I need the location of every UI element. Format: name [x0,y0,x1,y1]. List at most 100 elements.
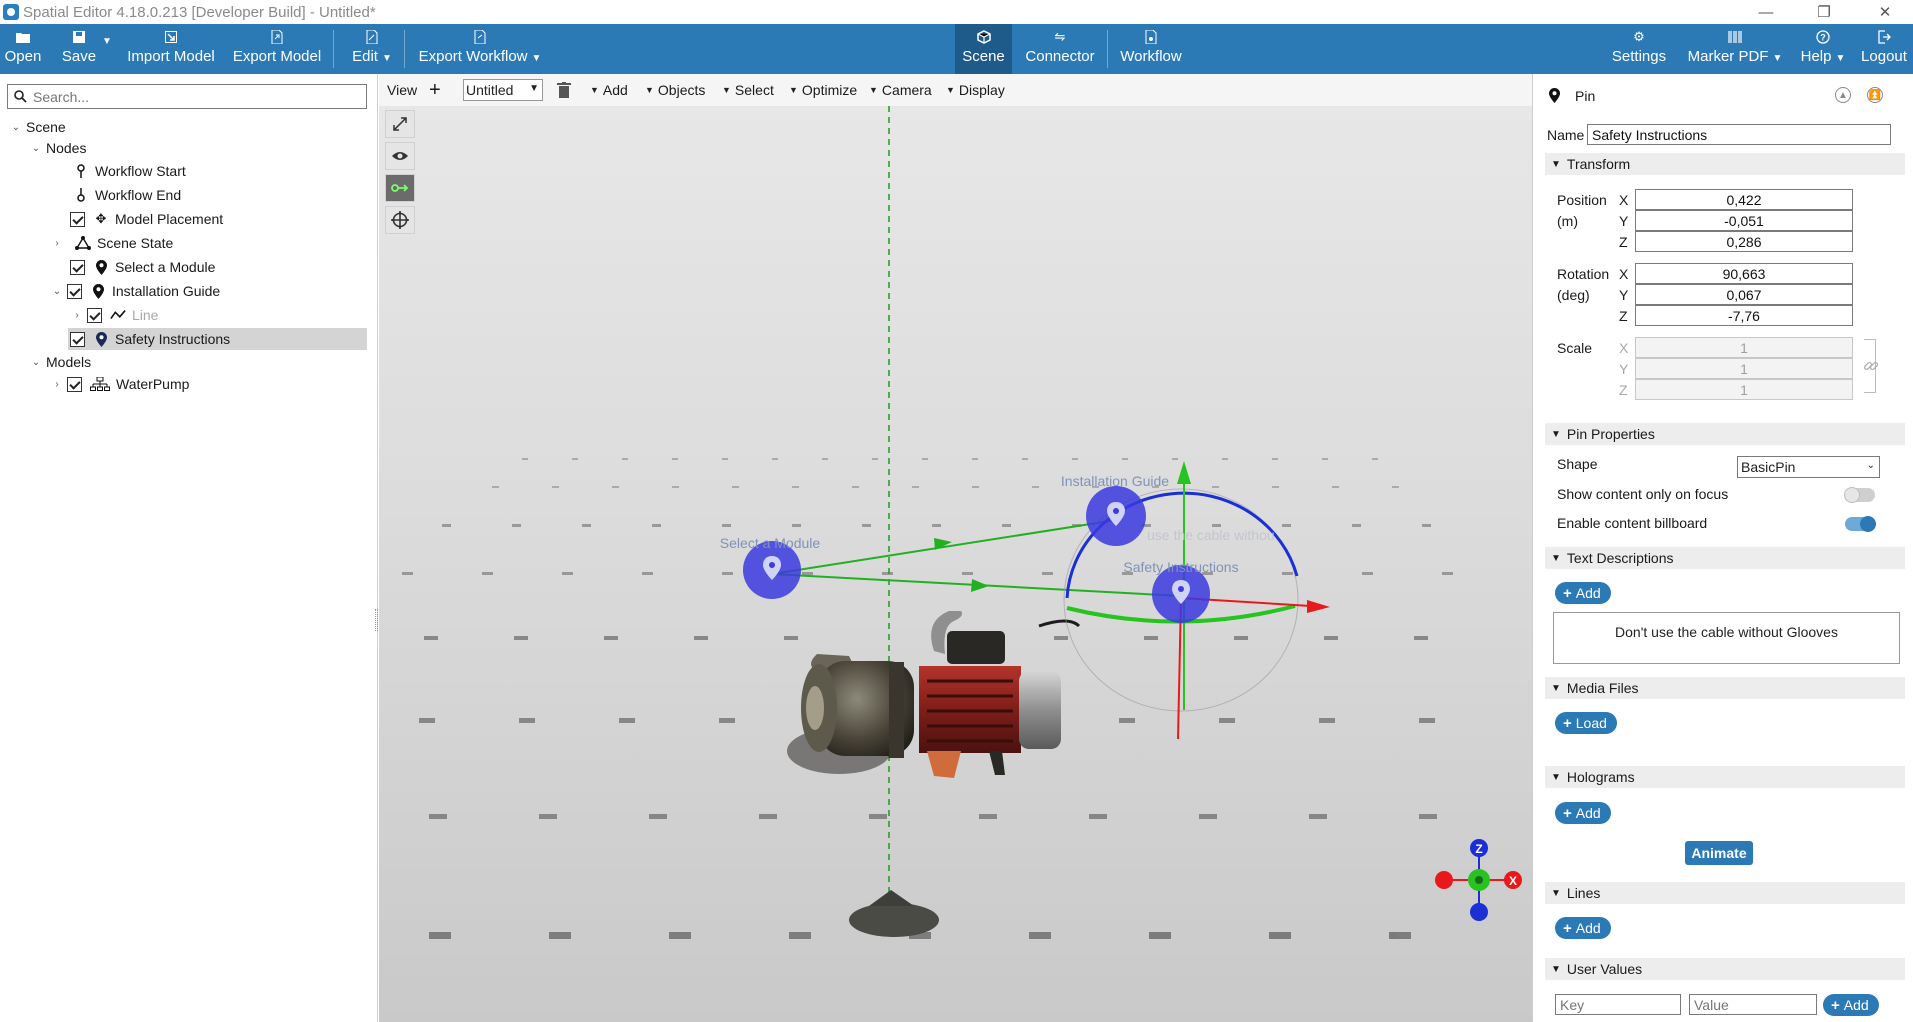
user-values-section-header[interactable]: ▼ User Values [1545,958,1905,980]
visibility-checkbox[interactable] [67,283,82,299]
open-button[interactable]: Open [4,24,42,74]
edit-menu-button[interactable]: Edit ▼ [350,24,394,74]
restore-button[interactable]: ❐ [1801,0,1847,24]
rotation-x-label: X [1619,266,1629,282]
connector-tab[interactable]: ⇋ Connector [1020,24,1100,74]
workflow-tab[interactable]: Workflow [1115,24,1187,74]
settings-button[interactable]: ⚙ Settings [1609,24,1669,74]
scale-x-input[interactable] [1635,337,1853,358]
pin-properties-section-header[interactable]: ▼ Pin Properties [1545,423,1905,445]
media-files-section-header[interactable]: ▼ Media Files [1545,677,1905,699]
name-input[interactable] [1587,124,1891,145]
move-up-icon[interactable]: ▲ [1835,87,1851,103]
add-text-description-button[interactable]: + Add [1555,582,1611,604]
tree-item-select-a-module[interactable]: Select a Module [70,256,215,278]
chevron-down-icon[interactable]: ⌄ [10,122,22,133]
tree-item-line[interactable]: › Line [71,304,158,326]
3d-viewport[interactable]: Select a Module Installation Guide use t… [379,74,1532,1022]
scale-y-input[interactable] [1635,358,1853,379]
visibility-checkbox[interactable] [70,331,85,347]
move-tool-button[interactable] [385,174,415,202]
water-pump-model[interactable] [787,611,1081,778]
pin-installation-guide[interactable] [1086,486,1146,546]
delete-view-icon[interactable] [557,74,571,106]
move-top-icon[interactable]: ⏫ [1867,87,1883,103]
display-menu[interactable]: ▼ Display [946,74,1005,106]
rotation-z-input[interactable] [1635,305,1853,326]
chevron-down-icon[interactable]: ⌄ [30,357,42,368]
tree-item-water-pump[interactable]: › WaterPump [51,373,189,395]
add-menu[interactable]: ▼ Add [590,74,628,106]
visibility-toggle-button[interactable] [385,142,415,170]
link-icon[interactable] [1863,358,1879,374]
text-descriptions-section-header[interactable]: ▼ Text Descriptions [1545,547,1905,569]
save-dropdown-button[interactable]: ▼ [100,24,114,74]
visibility-checkbox[interactable] [67,376,82,392]
transform-tool-button[interactable] [385,206,415,234]
search-input[interactable] [33,88,353,105]
chevron-down-icon[interactable]: ⌄ [30,143,42,154]
tree-item-scene-state[interactable]: › Scene State [51,232,173,254]
chevron-right-icon[interactable]: › [71,310,83,321]
chevron-down-icon: ▼ [1835,53,1846,64]
tree-item-model-placement[interactable]: ✥ Model Placement [70,208,223,230]
tree-item-scene[interactable]: ⌄ Scene [10,116,66,138]
chevron-down-icon[interactable]: ⌄ [51,286,63,297]
scene-tab[interactable]: Scene [955,24,1012,74]
user-value-key-input[interactable] [1555,994,1681,1015]
import-model-button[interactable]: Import Model [127,24,215,74]
minimize-button[interactable]: — [1743,0,1789,24]
add-line-button[interactable]: + Add [1555,917,1611,939]
tree-item-workflow-start[interactable]: Workflow Start [73,160,186,182]
export-model-button[interactable]: Export Model [233,24,321,74]
objects-menu[interactable]: ▼ Objects [645,74,705,106]
scene-canvas[interactable]: Select a Module Installation Guide use t… [379,106,1532,1022]
transform-section-header[interactable]: ▼ Transform [1545,153,1905,175]
close-window-button[interactable]: ✕ [1862,0,1908,24]
visibility-checkbox[interactable] [70,259,85,275]
tree-item-models[interactable]: ⌄ Models [30,351,91,373]
optimize-menu[interactable]: ▼ Optimize [789,74,857,106]
text-description-entry[interactable]: Don't use the cable without Glooves [1553,612,1900,664]
add-view-icon[interactable]: + [429,74,441,106]
orientation-gizmo[interactable]: X Z [1435,839,1522,921]
visibility-checkbox[interactable] [87,307,102,323]
content-billboard-toggle[interactable] [1845,516,1876,532]
holograms-section-header[interactable]: ▼ Holograms [1545,766,1905,788]
camera-menu[interactable]: ▼ Camera [869,74,932,106]
chevron-right-icon[interactable]: › [51,379,63,390]
add-user-value-button[interactable]: + Add [1823,994,1879,1016]
tree-item-label: Model Placement [115,211,224,227]
select-menu[interactable]: ▼ Select [722,74,774,106]
panel-resize-handle[interactable] [375,609,378,631]
search-box[interactable] [7,84,367,109]
add-hologram-button[interactable]: + Add [1555,802,1611,824]
animate-button[interactable]: Animate [1685,841,1753,865]
load-media-button[interactable]: + Load [1555,712,1617,734]
help-button[interactable]: ? Help ▼ [1800,24,1846,74]
visibility-checkbox[interactable] [70,211,85,227]
rotation-x-input[interactable] [1635,263,1853,284]
user-value-value-input[interactable] [1689,994,1817,1015]
lines-section-header[interactable]: ▼ Lines [1545,882,1905,904]
export-workflow-button[interactable]: Export Workflow ▼ [419,24,541,74]
import-model-label: Import Model [127,48,215,65]
save-button[interactable]: Save [60,24,98,74]
show-content-focus-toggle[interactable] [1844,487,1875,503]
view-select[interactable]: Untitled ▼ [463,79,543,101]
position-x-input[interactable] [1635,189,1853,210]
chevron-right-icon[interactable]: › [51,238,63,249]
tree-item-installation-guide[interactable]: ⌄ Installation Guide [51,280,220,302]
scale-z-input[interactable] [1635,379,1853,400]
fullscreen-button[interactable] [385,110,415,138]
marker-pdf-button[interactable]: Marker PDF ▼ [1688,24,1782,74]
tree-item-safety-instructions[interactable]: Safety Instructions [68,328,367,350]
rotation-y-input[interactable] [1635,284,1853,305]
logout-button[interactable]: Logout [1860,24,1908,74]
tree-item-nodes[interactable]: ⌄ Nodes [30,137,87,159]
position-z-input[interactable] [1635,231,1853,252]
shape-select[interactable]: BasicPin ⌄ [1737,456,1880,478]
position-y-input[interactable] [1635,210,1853,231]
scene-tree-panel: ⌄ Scene ⌄ Nodes Workflow Start Workflow … [0,74,378,1022]
tree-item-workflow-end[interactable]: Workflow End [73,184,181,206]
